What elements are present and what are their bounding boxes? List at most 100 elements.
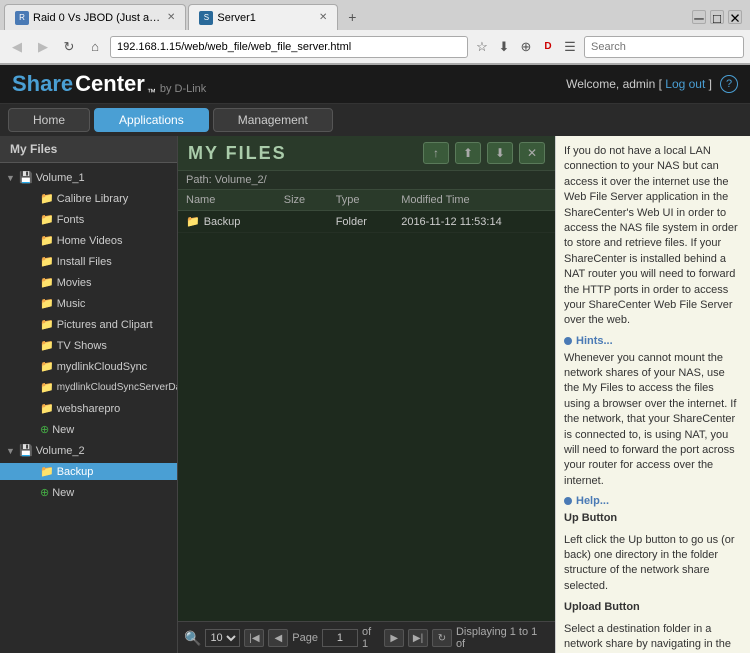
prev-page-button[interactable]: ◀	[268, 629, 288, 647]
tree-item-installfiles[interactable]: 📁Install Files	[0, 251, 177, 272]
dlink-icon: D	[538, 37, 558, 57]
upload-button[interactable]: ⬆	[455, 142, 481, 164]
tree-item-mydlink[interactable]: 📁mydlinkCloudSync	[0, 356, 177, 377]
tree-item-volume2[interactable]: ▼ 💾 Volume_2	[0, 440, 177, 461]
help-dot	[564, 497, 572, 505]
window-close[interactable]: ✕	[728, 10, 742, 24]
home-nav-button[interactable]: ⌂	[84, 36, 106, 58]
next-page-button[interactable]: ▶	[384, 629, 404, 647]
help-button[interactable]: ?	[720, 75, 738, 93]
delete-button[interactable]: ✕	[519, 142, 545, 164]
tree-item-fonts[interactable]: 📁Fonts	[0, 209, 177, 230]
info-panel: If you do not have a local LAN connectio…	[555, 136, 750, 653]
welcome-text: Welcome, admin [ Log out ]	[566, 77, 712, 91]
volume2-label: Volume_2	[36, 445, 85, 457]
file-area-title: MY FILES	[188, 143, 287, 164]
logo-center: Center	[75, 71, 145, 97]
per-page-select[interactable]: 10 25 50	[205, 629, 240, 647]
window-maximize[interactable]: □	[710, 10, 724, 24]
logo-tm: ™	[147, 87, 156, 97]
mydlink-label: mydlinkCloudSync	[57, 361, 147, 373]
tree-item-homevideos[interactable]: 📁Home Videos	[0, 230, 177, 251]
menu-icon[interactable]: ☰	[560, 37, 580, 57]
col-size[interactable]: Size	[276, 190, 328, 211]
file-type: Folder	[328, 211, 394, 233]
sync-icon[interactable]: ⊕	[516, 37, 536, 57]
websharepro-label: websharepro	[57, 403, 121, 415]
help-header: Help...	[564, 495, 742, 507]
tab-home[interactable]: Home	[8, 108, 90, 132]
table-row[interactable]: 📁Backup Folder 2016-11-12 11:53:14	[178, 211, 555, 233]
col-modified[interactable]: Modified Time	[393, 190, 555, 211]
browser-tab-1[interactable]: R Raid 0 Vs JBOD (Just a Bun... ✕	[4, 4, 186, 30]
col-name[interactable]: Name	[178, 190, 276, 211]
tab-close-2[interactable]: ✕	[319, 12, 327, 23]
toggle-volume2[interactable]: ▼	[6, 446, 16, 456]
logo-bylink: by D-Link	[160, 83, 206, 95]
sidebar-title: My Files	[0, 136, 177, 163]
folder-tvshows-icon: 📁	[40, 339, 54, 352]
search-input[interactable]	[584, 36, 744, 58]
tree-item-backup[interactable]: 📁Backup	[0, 461, 177, 482]
window-minimize[interactable]: ─	[692, 10, 706, 24]
browser-tab-2[interactable]: S Server1 ✕	[188, 4, 338, 30]
last-page-button[interactable]: ▶|	[408, 629, 428, 647]
first-page-button[interactable]: |◀	[244, 629, 264, 647]
tree-item-websharepro[interactable]: 📁websharepro	[0, 398, 177, 419]
path-value: Volume_2/	[215, 174, 267, 186]
bookmark-icon[interactable]: ☆	[472, 37, 492, 57]
tab-applications[interactable]: Applications	[94, 108, 209, 132]
logout-link[interactable]: Log out	[665, 77, 705, 91]
tree-item-tvshows[interactable]: 📁TV Shows	[0, 335, 177, 356]
download-icon[interactable]: ⬇	[494, 37, 514, 57]
back-button[interactable]: ◀	[6, 36, 28, 58]
toggle-volume1[interactable]: ▼	[6, 173, 16, 183]
refresh-button[interactable]: ↻	[432, 629, 452, 647]
tab-title-2: Server1	[217, 12, 256, 24]
app-logo: Share Center ™ by D-Link	[12, 71, 206, 97]
col-type[interactable]: Type	[328, 190, 394, 211]
file-size	[276, 211, 328, 233]
hints-text: Whenever you cannot mount the network sh…	[564, 351, 742, 490]
fonts-label: Fonts	[57, 214, 85, 226]
new-tab-button[interactable]: +	[340, 5, 364, 29]
folder-mydlinkserver-icon: 📁	[40, 381, 54, 394]
tree-item-mydlinkserver[interactable]: 📁mydlinkCloudSyncServerData	[0, 377, 177, 398]
backup-label: Backup	[57, 466, 94, 478]
page-input[interactable]	[322, 629, 358, 647]
tab-management[interactable]: Management	[213, 108, 333, 132]
tree-item-newv1[interactable]: ⊕New	[0, 419, 177, 440]
download-button[interactable]: ⬇	[487, 142, 513, 164]
folder-music-icon: 📁	[40, 297, 54, 310]
music-label: Music	[57, 298, 86, 310]
address-bar[interactable]	[110, 36, 468, 58]
tree-item-newv2[interactable]: ⊕New	[0, 482, 177, 503]
folder-movies-icon: 📁	[40, 276, 54, 289]
tree-item-movies[interactable]: 📁Movies	[0, 272, 177, 293]
tab-close-1[interactable]: ✕	[167, 12, 175, 23]
file-table: Name Size Type Modified Time 📁Backup Fol…	[178, 190, 555, 621]
folder-calibre-icon: 📁	[40, 192, 54, 205]
tree-item-music[interactable]: 📁Music	[0, 293, 177, 314]
up-button[interactable]: ↑	[423, 142, 449, 164]
forward-button[interactable]: ▶	[32, 36, 54, 58]
tab-favicon-1: R	[15, 11, 29, 25]
zoom-icon[interactable]: 🔍	[184, 630, 201, 647]
path-label: Path:	[186, 174, 212, 186]
tvshows-label: TV Shows	[57, 340, 107, 352]
volume1-icon: 💾	[19, 171, 33, 184]
tree-item-pictures[interactable]: 📁Pictures and Clipart	[0, 314, 177, 335]
newv1-label: New	[52, 424, 74, 436]
movies-label: Movies	[57, 277, 92, 289]
help-upload-text: Select a destination folder in a network…	[564, 622, 742, 653]
tree-item-volume1[interactable]: ▼ 💾 Volume_1	[0, 167, 177, 188]
tree-item-calibre[interactable]: 📁Calibre Library	[0, 188, 177, 209]
tab-title-1: Raid 0 Vs JBOD (Just a Bun...	[33, 12, 163, 24]
pictures-label: Pictures and Clipart	[57, 319, 153, 331]
reload-button[interactable]: ↻	[58, 36, 80, 58]
of-label: of 1	[362, 626, 380, 650]
file-area: MY FILES ↑ ⬆ ⬇ ✕ Path: Volume_2/	[178, 136, 555, 653]
logo-share: Share	[12, 71, 73, 97]
hints-title: Hints...	[576, 335, 613, 347]
volume2-icon: 💾	[19, 444, 33, 457]
